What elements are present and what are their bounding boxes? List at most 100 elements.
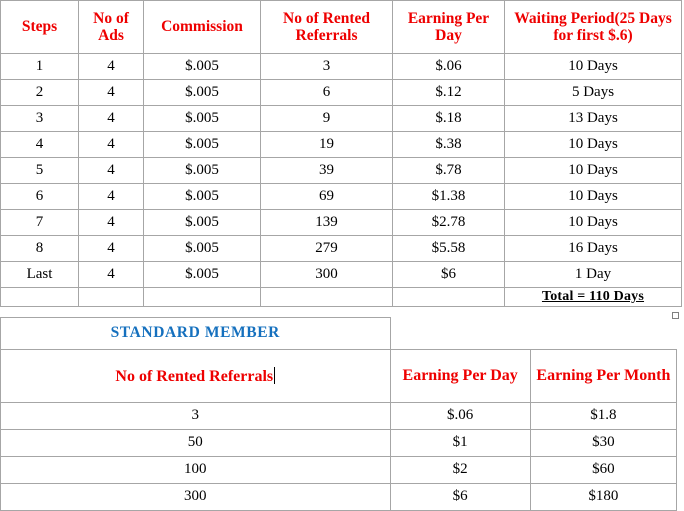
- empty-cell[interactable]: [530, 317, 677, 350]
- cell-steps[interactable]: 3: [0, 105, 79, 132]
- cell-earning-per-day[interactable]: $.12: [392, 79, 505, 106]
- table-row: 7 4 $.005 139 $2.78 10 Days: [0, 209, 682, 236]
- cell-waiting-period[interactable]: 13 Days: [504, 105, 682, 132]
- column-header-label: No of Rented Referrals: [115, 367, 274, 385]
- cell-referrals[interactable]: 9: [260, 105, 393, 132]
- cell-no-of-ads[interactable]: 4: [78, 183, 144, 210]
- cell-earning-per-month[interactable]: $60: [529, 456, 678, 484]
- cell-referrals[interactable]: 39: [260, 157, 393, 184]
- table-row: 50 $1 $30: [0, 429, 678, 457]
- cell-waiting-period[interactable]: 5 Days: [504, 79, 682, 106]
- cell-steps[interactable]: 6: [0, 183, 79, 210]
- cell-referrals[interactable]: 300: [260, 261, 393, 288]
- total-row: Total = 110 Days: [0, 287, 682, 307]
- cell-referrals[interactable]: 100: [0, 456, 391, 484]
- cell-steps[interactable]: 7: [0, 209, 79, 236]
- column-header-no-of-rented-referrals[interactable]: No of Rented Referrals: [0, 349, 391, 403]
- spreadsheet-canvas: Steps No of Ads Commission No of Rented …: [0, 0, 684, 511]
- cell-waiting-period[interactable]: 1 Day: [504, 261, 682, 288]
- table-row: 5 4 $.005 39 $.78 10 Days: [0, 157, 682, 184]
- column-header-earning-per-day[interactable]: Earning Per Day: [392, 0, 505, 54]
- standard-member-table[interactable]: STANDARD MEMBER No of Rented Referrals E…: [0, 317, 678, 511]
- cell-referrals[interactable]: 279: [260, 235, 393, 262]
- empty-cell[interactable]: [78, 287, 144, 307]
- cell-commission[interactable]: $.005: [143, 261, 261, 288]
- cell-commission[interactable]: $.005: [143, 183, 261, 210]
- total-waiting-period[interactable]: Total = 110 Days: [504, 287, 682, 307]
- table-row: 100 $2 $60: [0, 456, 678, 484]
- cell-commission[interactable]: $.005: [143, 53, 261, 80]
- cell-earning-per-day[interactable]: $2: [389, 456, 531, 484]
- cell-commission[interactable]: $.005: [143, 79, 261, 106]
- cell-referrals[interactable]: 69: [260, 183, 393, 210]
- cell-waiting-period[interactable]: 10 Days: [504, 53, 682, 80]
- cell-referrals[interactable]: 50: [0, 429, 391, 457]
- column-header-no-of-ads[interactable]: No of Ads: [78, 0, 144, 54]
- table-header-row: No of Rented Referrals Earning Per Day E…: [0, 349, 678, 403]
- column-header-commission[interactable]: Commission: [143, 0, 261, 54]
- column-header-steps[interactable]: Steps: [0, 0, 79, 54]
- cell-steps[interactable]: 2: [0, 79, 79, 106]
- table-row: 3 4 $.005 9 $.18 13 Days: [0, 105, 682, 132]
- column-header-earning-per-month[interactable]: Earning Per Month: [529, 349, 678, 403]
- cell-earning-per-day[interactable]: $5.58: [392, 235, 505, 262]
- cell-commission[interactable]: $.005: [143, 131, 261, 158]
- table-row: 3 $.06 $1.8: [0, 402, 678, 430]
- cell-waiting-period[interactable]: 10 Days: [504, 209, 682, 236]
- cell-earning-per-day[interactable]: $1: [389, 429, 531, 457]
- cell-no-of-ads[interactable]: 4: [78, 131, 144, 158]
- cell-referrals[interactable]: 19: [260, 131, 393, 158]
- cell-waiting-period[interactable]: 10 Days: [504, 183, 682, 210]
- column-header-no-of-rented-referrals[interactable]: No of Rented Referrals: [260, 0, 393, 54]
- cell-no-of-ads[interactable]: 4: [78, 79, 144, 106]
- cell-earning-per-day[interactable]: $.18: [392, 105, 505, 132]
- cell-waiting-period[interactable]: 16 Days: [504, 235, 682, 262]
- cell-earning-per-day[interactable]: $6: [389, 483, 531, 511]
- table-row: 4 4 $.005 19 $.38 10 Days: [0, 131, 682, 158]
- cell-earning-per-day[interactable]: $6: [392, 261, 505, 288]
- empty-cell[interactable]: [143, 287, 261, 307]
- cell-commission[interactable]: $.005: [143, 209, 261, 236]
- cell-referrals[interactable]: 300: [0, 483, 391, 511]
- banner-row: STANDARD MEMBER: [0, 317, 677, 350]
- cell-no-of-ads[interactable]: 4: [78, 105, 144, 132]
- cell-no-of-ads[interactable]: 4: [78, 261, 144, 288]
- cell-earning-per-month[interactable]: $1.8: [529, 402, 678, 430]
- cell-steps[interactable]: 8: [0, 235, 79, 262]
- resize-handle-top-right[interactable]: [672, 312, 679, 319]
- empty-cell[interactable]: [390, 317, 531, 350]
- cell-waiting-period[interactable]: 10 Days: [504, 157, 682, 184]
- cell-earning-per-day[interactable]: $2.78: [392, 209, 505, 236]
- empty-cell[interactable]: [392, 287, 505, 307]
- column-header-earning-per-day[interactable]: Earning Per Day: [389, 349, 531, 403]
- cell-steps[interactable]: 4: [0, 131, 79, 158]
- cell-earning-per-day[interactable]: $.78: [392, 157, 505, 184]
- standard-member-banner[interactable]: STANDARD MEMBER: [0, 317, 391, 350]
- cell-no-of-ads[interactable]: 4: [78, 53, 144, 80]
- cell-no-of-ads[interactable]: 4: [78, 235, 144, 262]
- cell-referrals[interactable]: 3: [0, 402, 391, 430]
- cell-referrals[interactable]: 6: [260, 79, 393, 106]
- commission-table[interactable]: Steps No of Ads Commission No of Rented …: [0, 0, 682, 307]
- cell-earning-per-day[interactable]: $.06: [392, 53, 505, 80]
- cell-waiting-period[interactable]: 10 Days: [504, 131, 682, 158]
- cell-earning-per-day[interactable]: $.06: [389, 402, 531, 430]
- cell-no-of-ads[interactable]: 4: [78, 209, 144, 236]
- cell-referrals[interactable]: 139: [260, 209, 393, 236]
- cell-earning-per-day[interactable]: $1.38: [392, 183, 505, 210]
- table-row: 300 $6 $180: [0, 483, 678, 511]
- cell-earning-per-month[interactable]: $180: [529, 483, 678, 511]
- cell-no-of-ads[interactable]: 4: [78, 157, 144, 184]
- cell-commission[interactable]: $.005: [143, 235, 261, 262]
- cell-steps[interactable]: 5: [0, 157, 79, 184]
- cell-commission[interactable]: $.005: [143, 157, 261, 184]
- cell-earning-per-day[interactable]: $.38: [392, 131, 505, 158]
- cell-steps[interactable]: Last: [0, 261, 79, 288]
- empty-cell[interactable]: [260, 287, 393, 307]
- cell-referrals[interactable]: 3: [260, 53, 393, 80]
- cell-commission[interactable]: $.005: [143, 105, 261, 132]
- column-header-waiting-period[interactable]: Waiting Period(25 Days for first $.6): [504, 0, 682, 54]
- empty-cell[interactable]: [0, 287, 79, 307]
- cell-steps[interactable]: 1: [0, 53, 79, 80]
- cell-earning-per-month[interactable]: $30: [529, 429, 678, 457]
